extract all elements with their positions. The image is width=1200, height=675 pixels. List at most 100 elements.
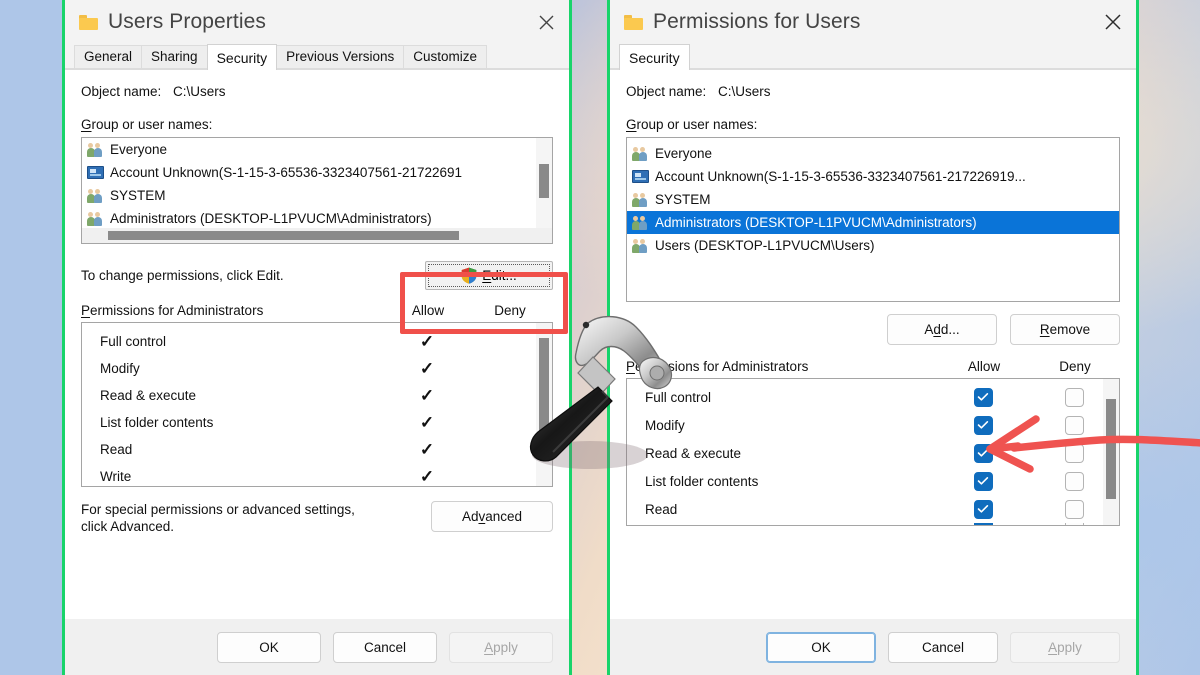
tab-customize[interactable]: Customize — [403, 45, 487, 69]
table-row[interactable]: Read ✓ — [82, 436, 552, 463]
list-item-label: Administrators (DESKTOP-L1PVUCM\Administ… — [655, 215, 977, 230]
scrollbar-thumb[interactable] — [539, 164, 549, 198]
allow-checkbox[interactable] — [937, 415, 1029, 435]
table-row[interactable]: List folder contents ✓ — [82, 409, 552, 436]
left-dialog-title: Users Properties — [108, 10, 266, 33]
scrollbar-thumb[interactable] — [1106, 399, 1116, 499]
object-name-label: Object name: — [626, 84, 707, 99]
allow-check: ✓ — [419, 359, 435, 378]
list-item-label: Everyone — [655, 146, 713, 161]
list-item-label: SYSTEM — [110, 188, 166, 203]
scrollbar-thumb[interactable] — [108, 231, 459, 240]
left-object-name-row: Object name: C:\Users — [81, 84, 553, 99]
unknown-account-icon — [87, 166, 104, 179]
deny-header: Deny — [494, 303, 526, 318]
left-permissions-list[interactable]: Full control ✓ Modify ✓ Read & execute ✓ — [81, 322, 553, 487]
permissions-for-users-dialog: Permissions for Users Security Object na… — [607, 0, 1139, 675]
allow-check: ✓ — [419, 386, 435, 405]
folder-icon — [624, 14, 643, 30]
add-button[interactable]: Ad d... — [887, 314, 997, 345]
cancel-button[interactable]: Cancel — [888, 631, 998, 663]
allow-checkbox[interactable] — [937, 387, 1029, 407]
ok-button[interactable]: OK — [217, 631, 321, 663]
list-item-label: Administrators (DESKTOP-L1PVUCM\Administ… — [110, 211, 432, 226]
left-group-list[interactable]: Everyone Account Unknown(S-1-15-3-65536-… — [81, 137, 553, 244]
left-titlebar: Users Properties — [65, 0, 569, 44]
edit-button[interactable]: Edit... — [425, 260, 553, 290]
ok-button[interactable]: OK — [766, 631, 876, 663]
right-object-name-row: Object name: C:\Users — [626, 84, 1120, 99]
list-item[interactable]: Everyone — [82, 138, 552, 161]
list-item[interactable]: Everyone — [627, 142, 1119, 165]
allow-checkbox[interactable] — [937, 443, 1029, 463]
users-properties-dialog: Users Properties General Sharing Securit… — [62, 0, 572, 675]
right-dialog-title: Permissions for Users — [653, 10, 861, 33]
right-buttonbar: OK Cancel Apply — [610, 619, 1136, 675]
left-permissions-vscrollbar[interactable] — [536, 323, 552, 486]
right-permissions-list[interactable]: Full control Modify Read & execute List … — [626, 378, 1120, 526]
right-body-panel: Object name: C:\Users Group or user name… — [610, 69, 1136, 619]
tab-security[interactable]: Security — [619, 44, 690, 70]
allow-check: ✓ — [419, 332, 435, 351]
left-buttonbar: OK Cancel Apply — [65, 619, 569, 675]
apply-button: Apply — [449, 631, 553, 663]
permission-name: Full control — [645, 389, 712, 405]
scrollbar-thumb[interactable] — [539, 338, 549, 450]
table-row[interactable]: Modify ✓ — [82, 355, 552, 382]
permission-name: Read — [645, 501, 678, 517]
object-name-label: Object name: — [81, 84, 162, 99]
table-row-partial[interactable] — [627, 523, 1119, 525]
permission-name: Modify — [645, 417, 685, 433]
table-row[interactable]: Read & execute — [627, 439, 1119, 467]
allow-checkbox[interactable] — [937, 471, 1029, 491]
allow-check: ✓ — [419, 467, 435, 486]
right-permissions-vscrollbar[interactable] — [1103, 379, 1119, 525]
list-item[interactable]: Account Unknown(S-1-15-3-65536-332340756… — [82, 161, 552, 184]
list-item[interactable]: SYSTEM — [82, 184, 552, 207]
allow-check: ✓ — [419, 413, 435, 432]
unknown-account-icon — [632, 170, 649, 183]
left-group-list-vscrollbar[interactable] — [536, 138, 552, 228]
left-tabstrip: General Sharing Security Previous Versio… — [65, 44, 569, 70]
right-group-list[interactable]: Everyone Account Unknown(S-1-15-3-65536-… — [626, 137, 1120, 302]
right-titlebar: Permissions for Users — [610, 0, 1136, 44]
list-item-label: Account Unknown(S-1-15-3-65536-332340756… — [655, 169, 1026, 184]
close-icon[interactable] — [1090, 0, 1136, 44]
deny-header: Deny — [1059, 359, 1091, 374]
close-icon[interactable] — [523, 0, 569, 44]
left-permissions-header: Permissions for Administrators Allow Den… — [81, 303, 553, 318]
tab-security[interactable]: Security — [206, 44, 278, 70]
users-group-icon — [632, 192, 649, 207]
left-body-panel: Object name: C:\Users Group or user name… — [65, 69, 569, 619]
uac-shield-icon — [461, 267, 477, 284]
table-row[interactable]: Modify — [627, 411, 1119, 439]
list-item-label: Everyone — [110, 142, 168, 157]
table-row[interactable]: Write ✓ — [82, 463, 552, 486]
table-row[interactable]: Read & execute ✓ — [82, 382, 552, 409]
table-row[interactable]: Full control ✓ — [82, 328, 552, 355]
tab-sharing[interactable]: Sharing — [141, 45, 208, 69]
list-item[interactable]: Users (DESKTOP-L1PVUCM\Users) — [627, 234, 1119, 257]
table-row[interactable]: List folder contents — [627, 467, 1119, 495]
left-group-list-hscrollbar[interactable] — [82, 228, 552, 243]
list-item-label: Account Unknown(S-1-15-3-65536-332340756… — [110, 165, 463, 180]
advanced-button[interactable]: Ad v anced — [431, 501, 553, 532]
list-item-label: SYSTEM — [655, 192, 711, 207]
users-group-icon — [87, 188, 104, 203]
users-group-icon — [632, 215, 649, 230]
tab-previous-versions[interactable]: Previous Versions — [276, 45, 405, 69]
permission-name: Read & execute — [100, 388, 197, 403]
users-group-icon — [87, 142, 104, 157]
list-item[interactable]: SYSTEM — [627, 188, 1119, 211]
list-item-selected[interactable]: Administrators (DESKTOP-L1PVUCM\Administ… — [627, 211, 1119, 234]
right-group-label: Group or user names: — [626, 117, 758, 132]
list-item[interactable]: Account Unknown(S-1-15-3-65536-332340756… — [627, 165, 1119, 188]
tab-general[interactable]: General — [74, 45, 143, 69]
allow-checkbox[interactable] — [937, 499, 1029, 519]
cancel-button[interactable]: Cancel — [333, 631, 437, 663]
permission-name: Write — [100, 469, 132, 484]
remove-button[interactable]: Remove — [1010, 314, 1120, 345]
list-item[interactable]: Administrators (DESKTOP-L1PVUCM\Administ… — [82, 207, 552, 230]
table-row[interactable]: Read — [627, 495, 1119, 523]
table-row[interactable]: Full control — [627, 383, 1119, 411]
